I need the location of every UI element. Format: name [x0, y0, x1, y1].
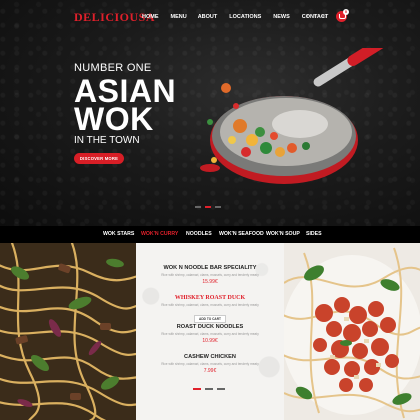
top-navbar: DELICIOUSA HOME MENU ABOUT LOCATIONS NEW…: [0, 0, 420, 34]
menu-card-dots: [193, 388, 225, 390]
slider-dot-1[interactable]: [195, 206, 201, 208]
menu-item-desc: Rice with shrimp, calamari, clams, musse…: [161, 332, 259, 336]
menu-item-name: WOK N NOODLE BAR SPECIALITY: [163, 265, 257, 271]
menu-card: WOK N NOODLE BAR SPECIALITY Rice with sh…: [136, 243, 284, 420]
nav-locations[interactable]: LOCATIONS: [229, 14, 261, 20]
menu-tabs: WOK STARS WOK'N CURRY NOODLES WOK'N SEAF…: [0, 226, 420, 243]
discover-more-button[interactable]: DISCOVER MORE: [74, 153, 124, 164]
cart-count-badge: 0: [343, 9, 349, 15]
main-nav: HOME MENU ABOUT LOCATIONS NEWS CONTACT: [142, 14, 328, 20]
menu-item-desc: Rice with shrimp, calamari, clams, musse…: [161, 303, 259, 307]
menu-item[interactable]: ROAST DUCK NOODLES Rice with shrimp, cal…: [136, 324, 284, 344]
menu-item-price: 10.99€: [202, 338, 218, 344]
hero-subtitle: IN THE TOWN: [74, 135, 140, 146]
nav-news[interactable]: NEWS: [273, 14, 290, 20]
menu-item-name: WHISKEY ROAST DUCK: [174, 295, 246, 301]
menu-item-desc: Rice with shrimp, calamari, clams, musse…: [161, 273, 259, 277]
menu-item[interactable]: WHISKEY ROAST DUCK Rice with shrimp, cal…: [136, 295, 284, 325]
twitter-icon[interactable]: t: [314, 14, 315, 20]
menu-item-price: 15.99€: [202, 279, 218, 285]
pasta-photo: [284, 243, 420, 420]
social-links: f t in: [307, 14, 326, 20]
tab-noodles[interactable]: NOODLES: [186, 231, 212, 237]
menu-item[interactable]: WOK N NOODLE BAR SPECIALITY Rice with sh…: [136, 265, 284, 285]
hero-title-line2: WOK: [74, 101, 154, 137]
slider-dot-2[interactable]: [205, 206, 211, 208]
hero-section: DELICIOUSA HOME MENU ABOUT LOCATIONS NEW…: [0, 0, 420, 226]
nav-home[interactable]: HOME: [142, 14, 159, 20]
menu-item-desc: Rice with shrimp, calamari, clams, musse…: [161, 362, 259, 366]
tab-sides[interactable]: SIDES: [306, 231, 322, 237]
menu-page-dot-2[interactable]: [205, 388, 213, 390]
hero-title: ASIAN WOK: [74, 75, 176, 137]
tab-wokn-curry[interactable]: WOK'N CURRY: [141, 231, 178, 237]
menu-item-name: CASHEW CHICKEN: [184, 354, 236, 360]
noodles-photo: [0, 243, 136, 420]
hero-slider-dots: [195, 206, 221, 208]
menu-item-price: 7.99€: [203, 368, 217, 374]
nav-about[interactable]: ABOUT: [198, 14, 218, 20]
instagram-icon[interactable]: in: [322, 14, 326, 20]
hero-text: NUMBER ONE ASIAN WOK IN THE TOWN: [74, 62, 176, 146]
menu-page-dot-1[interactable]: [193, 388, 201, 390]
tab-wokn-seafood[interactable]: WOK'N SEAFOOD: [219, 231, 264, 237]
tab-wok-stars[interactable]: WOK STARS: [103, 231, 134, 237]
tab-wokn-soup[interactable]: WOK'N SOUP: [266, 231, 300, 237]
menu-item-name: ROAST DUCK NOODLES: [176, 324, 244, 330]
slider-dot-3[interactable]: [215, 206, 221, 208]
menu-page-dot-3[interactable]: [217, 388, 225, 390]
add-to-cart-button[interactable]: ADD TO CART: [194, 315, 226, 323]
menu-item[interactable]: CASHEW CHICKEN Rice with shrimp, calamar…: [136, 354, 284, 374]
facebook-icon[interactable]: f: [307, 14, 308, 20]
wok-image: [200, 48, 389, 184]
nav-menu[interactable]: MENU: [171, 14, 187, 20]
